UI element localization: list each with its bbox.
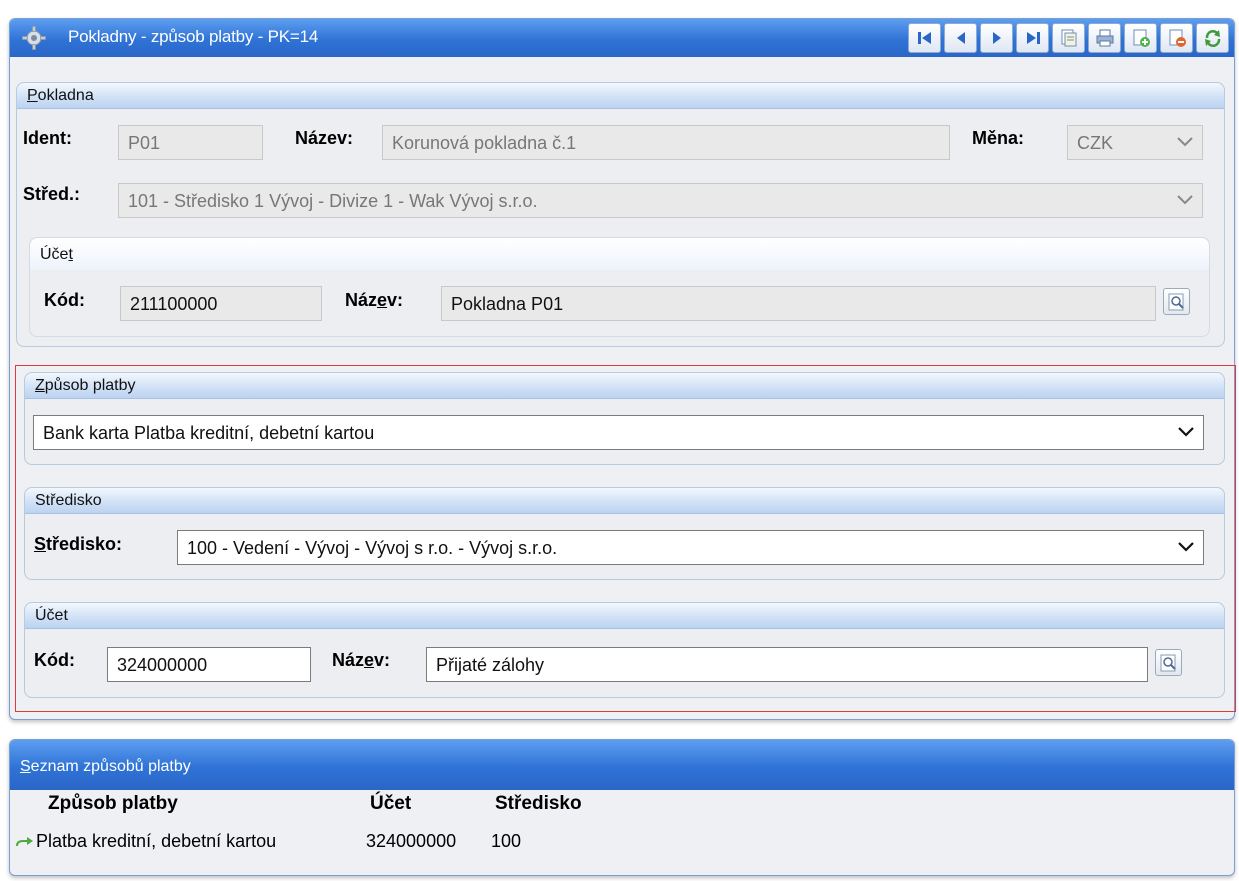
ident-label: Ident: — [23, 128, 72, 148]
column-header-zpusob[interactable]: Způsob platby — [48, 793, 178, 815]
delete-record-icon[interactable] — [1160, 23, 1193, 53]
copy-record-icon[interactable] — [1052, 23, 1085, 53]
row-ucet-cell: 324000000 — [366, 831, 457, 851]
refresh-icon[interactable] — [1196, 23, 1229, 53]
ucet-kod-label: Kód: — [44, 290, 85, 310]
print-icon[interactable] — [1088, 23, 1121, 53]
pokladna-ucet-header: Účet — [30, 238, 1209, 270]
column-header-ucet[interactable]: Účet — [370, 793, 411, 815]
next-record-icon[interactable] — [980, 23, 1013, 53]
highlight-frame — [15, 365, 1236, 712]
window-titlebar: Pokladny - způsob platby - PK=14 — [10, 19, 1234, 57]
record-toolbar — [908, 23, 1229, 53]
row-stredisko-cell: 100 — [491, 831, 522, 851]
ucet-kod-field[interactable]: 211100000 — [120, 286, 322, 321]
first-record-icon[interactable] — [908, 23, 941, 53]
row-zpusob-cell: Platba kreditní, debetní kartou — [36, 831, 277, 851]
ucet-lookup-button[interactable] — [1163, 288, 1190, 315]
add-record-icon[interactable] — [1124, 23, 1157, 53]
list-header: Seznam způsobů platby — [10, 740, 1234, 790]
ucet-nazev-label: Název: — [345, 290, 404, 310]
nazev-label: Název: — [295, 128, 354, 148]
chevron-down-icon — [1177, 137, 1193, 147]
table-row[interactable]: Platba kreditní, debetní kartou 32400000… — [15, 826, 1225, 858]
mena-select[interactable]: CZK — [1067, 125, 1203, 160]
stred-label: Střed.: — [23, 184, 81, 204]
chevron-down-icon — [1177, 195, 1193, 205]
stred-select[interactable]: 101 - Středisko 1 Vývoj - Divize 1 - Wak… — [118, 183, 1203, 218]
mena-label: Měna: — [972, 128, 1025, 148]
gear-icon — [22, 26, 46, 50]
ucet-nazev-field[interactable]: Pokladna P01 — [441, 286, 1156, 321]
magnifier-icon — [1168, 293, 1184, 310]
ident-field[interactable]: P01 — [118, 125, 263, 160]
nazev-field[interactable]: Korunová pokladna č.1 — [382, 125, 950, 160]
pokladna-panel-header: Pokladna — [17, 83, 1224, 109]
current-row-arrow-icon — [16, 837, 33, 847]
previous-record-icon[interactable] — [944, 23, 977, 53]
last-record-icon[interactable] — [1016, 23, 1049, 53]
window-title: Pokladny - způsob platby - PK=14 — [68, 27, 319, 46]
column-header-stredisko[interactable]: Středisko — [495, 793, 582, 815]
